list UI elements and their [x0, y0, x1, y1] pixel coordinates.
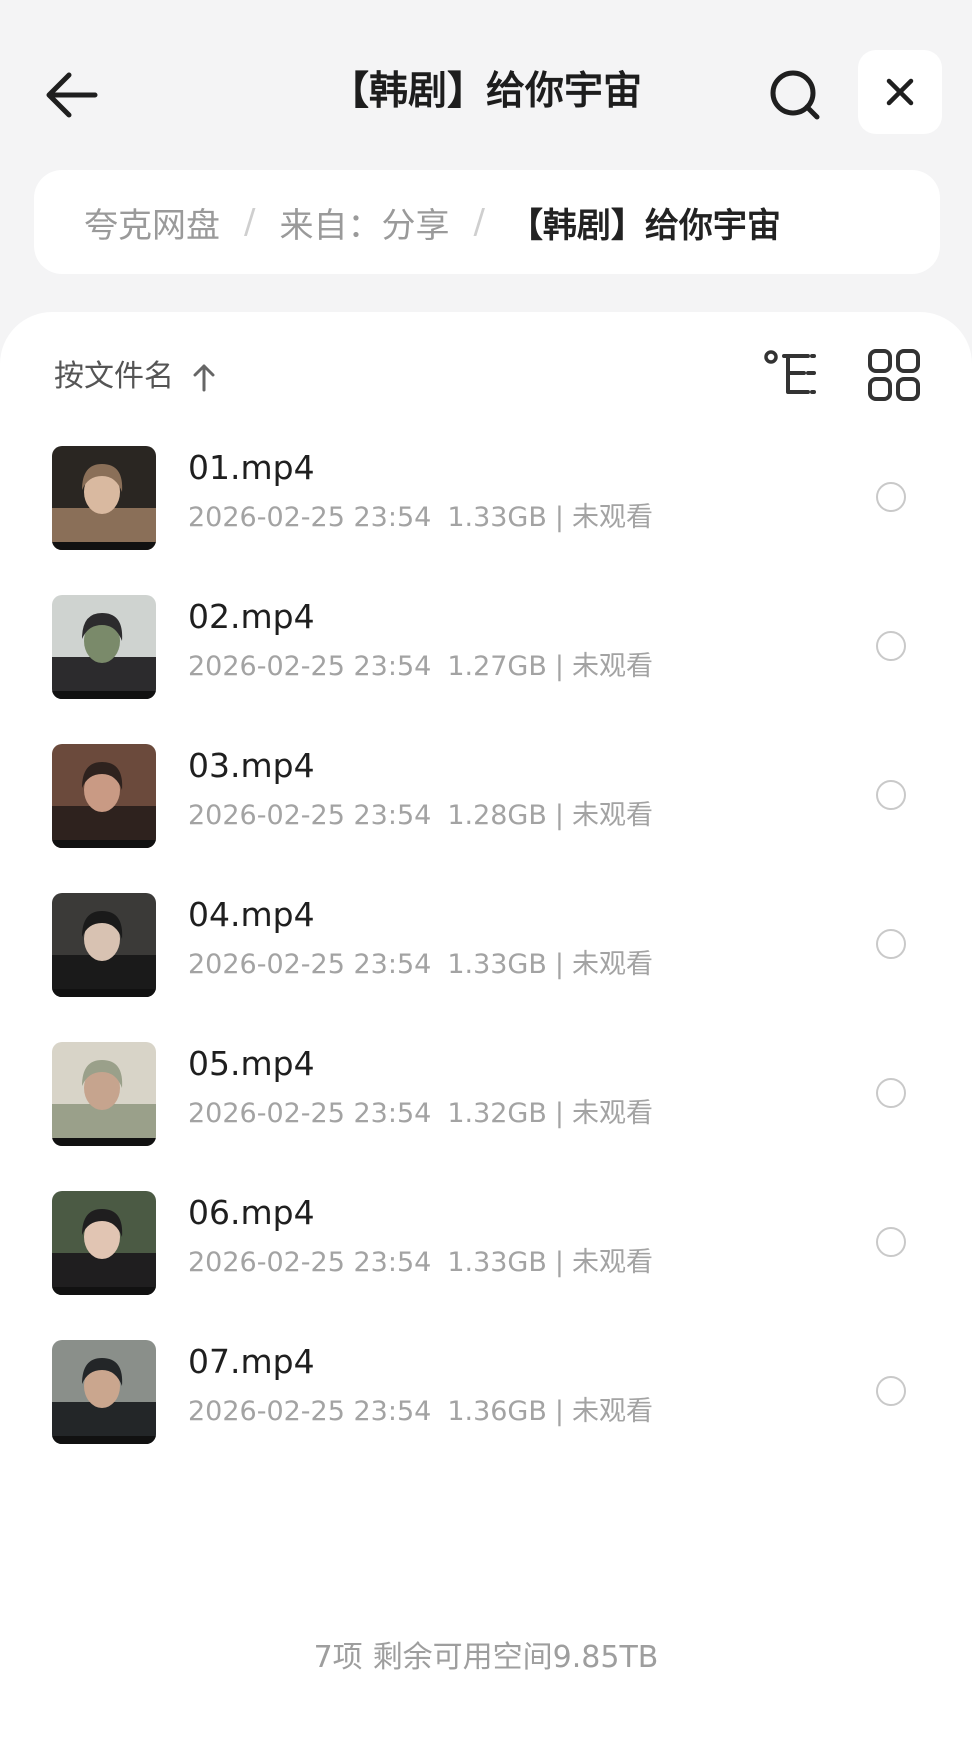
select-radio[interactable] [876, 780, 906, 810]
breadcrumb-separator: / [244, 202, 256, 242]
breadcrumb-separator: / [473, 202, 485, 242]
file-meta: 2026-02-25 23:54 1.33GB | 未观看 [188, 1243, 653, 1283]
select-radio[interactable] [876, 929, 906, 959]
video-thumbnail [52, 893, 156, 997]
video-thumbnail [52, 595, 156, 699]
video-thumbnail [52, 446, 156, 550]
select-radio[interactable] [876, 1376, 906, 1406]
video-thumbnail [52, 1191, 156, 1295]
file-name: 06.mp4 [188, 1193, 315, 1232]
select-radio[interactable] [876, 631, 906, 661]
watch-status: 未观看 [571, 1396, 653, 1427]
select-radio[interactable] [876, 1227, 906, 1257]
grid-view-button[interactable] [866, 348, 922, 402]
video-thumbnail [52, 1340, 156, 1444]
meta-separator: | [554, 800, 564, 831]
breadcrumb-item-root[interactable]: 夸克网盘 [84, 198, 220, 247]
file-date: 2026-02-25 23:54 [188, 800, 432, 831]
file-list-panel: 按文件名 01.mp4 2026-02-25 23:54 1.33GB | 未观… [0, 312, 972, 1740]
select-radio[interactable] [876, 482, 906, 512]
folder-tree-button[interactable] [762, 348, 824, 402]
page-title: 【韩剧】给你宇宙 [329, 69, 642, 114]
watch-status: 未观看 [571, 1247, 653, 1278]
meta-separator: | [554, 502, 564, 533]
file-date: 2026-02-25 23:54 [188, 651, 432, 682]
file-meta: 2026-02-25 23:54 1.32GB | 未观看 [188, 1094, 653, 1134]
file-meta: 2026-02-25 23:54 1.36GB | 未观看 [188, 1392, 653, 1432]
close-button[interactable] [858, 50, 942, 134]
file-meta: 2026-02-25 23:54 1.33GB | 未观看 [188, 945, 653, 985]
file-name: 07.mp4 [188, 1342, 315, 1381]
search-button[interactable] [760, 60, 830, 130]
meta-separator: | [554, 1247, 564, 1278]
file-date: 2026-02-25 23:54 [188, 502, 432, 533]
file-size: 1.33GB [447, 1247, 547, 1278]
file-size: 1.36GB [447, 1396, 547, 1427]
file-date: 2026-02-25 23:54 [188, 1098, 432, 1129]
file-size: 1.33GB [447, 502, 547, 533]
file-date: 2026-02-25 23:54 [188, 1396, 432, 1427]
file-meta: 2026-02-25 23:54 1.28GB | 未观看 [188, 796, 653, 836]
file-size: 1.28GB [447, 800, 547, 831]
select-radio[interactable] [876, 1078, 906, 1108]
watch-status: 未观看 [571, 949, 653, 980]
file-name: 03.mp4 [188, 746, 315, 785]
available-space: 剩余可用空间9.85TB [372, 1640, 659, 1675]
item-count: 7项 [313, 1640, 363, 1675]
file-meta: 2026-02-25 23:54 1.27GB | 未观看 [188, 647, 653, 687]
watch-status: 未观看 [571, 1098, 653, 1129]
file-row[interactable]: 01.mp4 2026-02-25 23:54 1.33GB | 未观看 [0, 426, 972, 566]
file-size: 1.32GB [447, 1098, 547, 1129]
file-row[interactable]: 02.mp4 2026-02-25 23:54 1.27GB | 未观看 [0, 575, 972, 715]
top-bar: 【韩剧】给你宇宙 [0, 0, 972, 170]
sort-by-name-button[interactable]: 按文件名 [54, 352, 216, 402]
storage-summary: 7项 剩余可用空间9.85TB [0, 1632, 972, 1676]
file-row[interactable]: 04.mp4 2026-02-25 23:54 1.33GB | 未观看 [0, 873, 972, 1013]
file-name: 05.mp4 [188, 1044, 315, 1083]
meta-separator: | [554, 651, 564, 682]
file-name: 04.mp4 [188, 895, 315, 934]
file-row[interactable]: 06.mp4 2026-02-25 23:54 1.33GB | 未观看 [0, 1171, 972, 1311]
meta-separator: | [554, 1098, 564, 1129]
grid-view-icon [868, 349, 920, 401]
file-row[interactable]: 07.mp4 2026-02-25 23:54 1.36GB | 未观看 [0, 1320, 972, 1460]
arrow-up-icon [192, 362, 216, 392]
file-date: 2026-02-25 23:54 [188, 949, 432, 980]
search-icon [770, 70, 820, 120]
sort-bar: 按文件名 [0, 312, 972, 432]
file-size: 1.27GB [447, 651, 547, 682]
back-button[interactable] [36, 60, 106, 130]
file-size: 1.33GB [447, 949, 547, 980]
file-date: 2026-02-25 23:54 [188, 1247, 432, 1278]
breadcrumb-item-current: 【韩剧】给你宇宙 [508, 205, 781, 246]
meta-separator: | [554, 1396, 564, 1427]
watch-status: 未观看 [571, 651, 653, 682]
video-thumbnail [52, 1042, 156, 1146]
breadcrumb-item-share[interactable]: 来自：分享 [279, 198, 449, 247]
file-row[interactable]: 05.mp4 2026-02-25 23:54 1.32GB | 未观看 [0, 1022, 972, 1162]
meta-separator: | [554, 949, 564, 980]
video-thumbnail [52, 744, 156, 848]
watch-status: 未观看 [571, 502, 653, 533]
file-name: 01.mp4 [188, 448, 315, 487]
arrow-left-icon [46, 72, 98, 118]
close-icon [886, 78, 914, 106]
breadcrumb: 夸克网盘 / 来自：分享 / 【韩剧】给你宇宙 [34, 170, 940, 274]
folder-tree-icon [764, 350, 816, 394]
sort-label: 按文件名 [54, 359, 174, 394]
file-row[interactable]: 03.mp4 2026-02-25 23:54 1.28GB | 未观看 [0, 724, 972, 864]
file-meta: 2026-02-25 23:54 1.33GB | 未观看 [188, 498, 653, 538]
watch-status: 未观看 [571, 800, 653, 831]
file-name: 02.mp4 [188, 597, 315, 636]
